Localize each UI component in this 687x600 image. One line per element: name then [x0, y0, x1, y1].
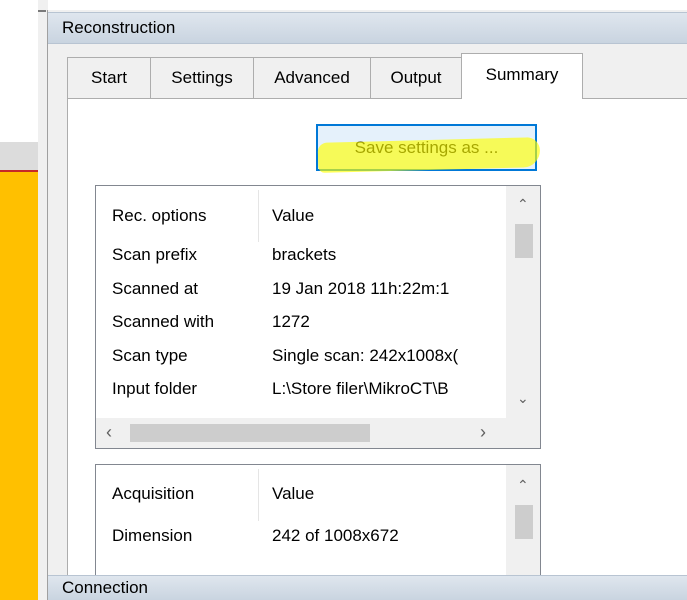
tab-advanced[interactable]: Advanced [253, 57, 371, 98]
list-item-key[interactable]: Input folder [112, 379, 197, 399]
left-panel-row [0, 142, 38, 170]
vertical-scroll-thumb[interactable] [515, 224, 533, 258]
column-header-rec-options[interactable]: Rec. options [112, 206, 207, 226]
horizontal-scrollbar[interactable]: ‹ › [96, 418, 540, 448]
tab-start[interactable]: Start [67, 57, 151, 98]
tab-settings[interactable]: Settings [150, 57, 254, 98]
tab-output[interactable]: Output [370, 57, 462, 98]
acquisition-list[interactable]: Acquisition Value Dimension 242 of 1008x… [95, 464, 541, 575]
list-item-value[interactable]: 1272 [272, 312, 310, 332]
column-header-value[interactable]: Value [272, 484, 314, 504]
vertical-scrollbar[interactable]: ⌃ [506, 465, 540, 575]
highlighter-mark [317, 137, 541, 173]
column-separator[interactable] [258, 469, 259, 521]
horizontal-scroll-thumb[interactable] [130, 424, 370, 442]
scroll-right-icon[interactable]: › [480, 423, 486, 441]
list-item-key[interactable]: Scanned at [112, 279, 198, 299]
scroll-left-icon[interactable]: ‹ [106, 423, 112, 441]
reconstruction-panel-title: Reconstruction [62, 18, 176, 37]
list-item-value[interactable]: 19 Jan 2018 11h:22m:1 [272, 279, 449, 299]
list-item-value[interactable]: Single scan: 242x1008x( [272, 346, 458, 366]
list-item-key[interactable]: Scan type [112, 346, 188, 366]
column-header-acquisition[interactable]: Acquisition [112, 484, 194, 504]
column-separator[interactable] [258, 190, 259, 242]
left-panel-area [0, 0, 38, 142]
list-item-value[interactable]: L:\Store filer\MikroCT\B [272, 379, 449, 399]
scroll-up-icon[interactable]: ⌃ [517, 477, 529, 493]
rec-options-list[interactable]: Rec. options Value Scan prefix brackets … [95, 185, 541, 449]
list-item-value[interactable]: 242 of 1008x672 [272, 526, 399, 546]
list-item-key[interactable]: Scanned with [112, 312, 214, 332]
list-item-key[interactable]: Dimension [112, 526, 192, 546]
list-item-key[interactable]: Scan prefix [112, 245, 197, 265]
tab-summary[interactable]: Summary [461, 53, 583, 99]
vertical-scrollbar[interactable]: ⌃ ⌄ [506, 186, 540, 418]
left-panel-highlight [0, 172, 38, 600]
list-item-value[interactable]: brackets [272, 245, 336, 265]
column-header-value[interactable]: Value [272, 206, 314, 226]
scroll-down-icon[interactable]: ⌄ [517, 390, 529, 406]
splitter-grip [38, 10, 46, 12]
scroll-up-icon[interactable]: ⌃ [517, 196, 529, 212]
vertical-scroll-thumb[interactable] [515, 505, 533, 539]
connection-panel-title: Connection [62, 578, 149, 597]
